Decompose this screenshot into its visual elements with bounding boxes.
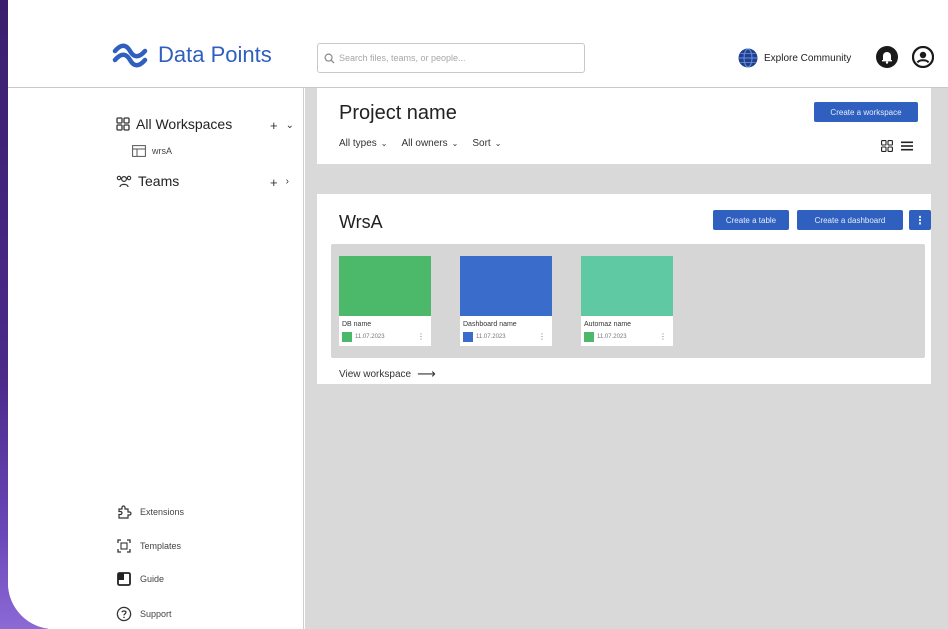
workspace-cards: DB name 11.07.2023 ⋮ Dashboard name 11.0…: [331, 244, 925, 358]
app-window: Data Points Search files, teams, or peop…: [8, 0, 948, 629]
card-more-icon[interactable]: ⋮: [417, 332, 425, 341]
search-icon: [324, 53, 335, 64]
explore-community-label: Explore Community: [764, 52, 852, 64]
sidebar-link-label: Support: [140, 609, 172, 619]
card-thumbnail: [581, 256, 673, 316]
puzzle-icon: [118, 505, 132, 519]
table-icon: [132, 145, 146, 157]
help-icon: [116, 606, 132, 622]
chevron-down-icon: ⌄: [494, 139, 502, 148]
card-meta: 11.07.2023: [463, 332, 506, 342]
search-placeholder: Search files, teams, or people...: [339, 53, 466, 63]
app-logo[interactable]: Data Points: [112, 42, 272, 68]
card-db[interactable]: DB name 11.07.2023 ⋮: [339, 256, 431, 346]
filter-label: All types: [339, 138, 377, 149]
sidebar-link-templates[interactable]: Templates: [116, 538, 181, 554]
chevron-down-icon: ⌄: [380, 139, 388, 148]
sidebar-link-label: Templates: [140, 541, 182, 551]
card-more-icon[interactable]: ⋮: [538, 332, 546, 341]
filter-types-dropdown[interactable]: All types ⌄: [339, 138, 388, 149]
teams-actions: + ›: [270, 175, 289, 190]
card-meta: 11.07.2023: [584, 332, 627, 342]
grid-view-icon[interactable]: [881, 140, 893, 152]
main-content: Project name Create a workspace All type…: [305, 88, 948, 629]
top-bar: Data Points Search files, teams, or peop…: [8, 0, 948, 88]
create-dashboard-button[interactable]: Create a dashboard: [797, 210, 903, 230]
explore-community-link[interactable]: Explore Community: [738, 48, 851, 68]
card-thumbnail: [460, 256, 552, 316]
filter-bar: All types ⌄ All owners ⌄ Sort ⌄: [339, 138, 501, 149]
chevron-down-icon: ⌄: [451, 139, 459, 148]
user-avatar-icon[interactable]: [912, 46, 934, 68]
card-date: 11.07.2023: [597, 334, 627, 340]
sidebar: All Workspaces + ⌄ wrsA Teams + › Extens…: [8, 88, 304, 629]
app-name: Data Points: [158, 42, 272, 67]
table-icon: [342, 332, 352, 342]
dashboard-icon: [463, 332, 473, 342]
create-table-button[interactable]: Create a table: [713, 210, 789, 230]
filter-label: Sort: [472, 138, 491, 149]
sidebar-link-extensions[interactable]: Extensions: [116, 504, 184, 520]
card-name: Dashboard name: [463, 321, 517, 328]
card-more-icon[interactable]: ⋮: [659, 332, 667, 341]
teams-icon: [116, 175, 132, 188]
sidebar-link-label: Guide: [140, 574, 165, 584]
workspaces-actions: + ⌄: [270, 118, 294, 133]
view-toggle: [881, 140, 913, 152]
filter-owners-dropdown[interactable]: All owners ⌄: [402, 138, 459, 149]
sidebar-item-label: Teams: [138, 173, 180, 189]
create-workspace-button[interactable]: Create a workspace: [814, 102, 918, 122]
sidebar-item-all-workspaces[interactable]: All Workspaces: [116, 116, 232, 132]
page-title: Project name: [339, 102, 457, 124]
card-name: DB name: [342, 321, 372, 328]
arrow-right-icon: ⟶: [417, 366, 436, 381]
logo-icon: [112, 43, 148, 68]
add-team-button[interactable]: +: [270, 175, 278, 190]
search-input[interactable]: Search files, teams, or people...: [317, 43, 585, 73]
notifications-bell-icon[interactable]: [876, 46, 898, 68]
sidebar-item-teams[interactable]: Teams: [116, 173, 179, 189]
list-view-icon[interactable]: [901, 140, 913, 152]
sidebar-item-wrsa[interactable]: wrsA: [132, 145, 172, 157]
view-workspace-link[interactable]: View workspace ⟶: [339, 366, 436, 382]
card-date: 11.07.2023: [476, 334, 506, 340]
card-automation[interactable]: Automaz name 11.07.2023 ⋮: [581, 256, 673, 346]
sidebar-link-support[interactable]: Support: [116, 606, 172, 622]
project-header: Project name Create a workspace All type…: [317, 88, 931, 164]
workspace-section: WrsA Create a table Create a dashboard ⋮…: [317, 194, 931, 384]
filter-label: All owners: [401, 138, 448, 149]
sort-dropdown[interactable]: Sort ⌄: [472, 138, 501, 149]
card-meta: 11.07.2023: [342, 332, 385, 342]
workspaces-grid-icon: [116, 117, 130, 131]
card-date: 11.07.2023: [355, 334, 385, 340]
sidebar-link-guide[interactable]: Guide: [116, 571, 164, 587]
sidebar-item-label: All Workspaces: [136, 116, 233, 132]
card-thumbnail: [339, 256, 431, 316]
chevron-right-icon[interactable]: ›: [286, 175, 289, 190]
templates-icon: [117, 539, 131, 553]
view-workspace-label: View workspace: [339, 368, 412, 380]
card-dashboard[interactable]: Dashboard name 11.07.2023 ⋮: [460, 256, 552, 346]
chevron-down-icon[interactable]: ⌄: [286, 118, 294, 133]
sidebar-link-label: Extensions: [140, 507, 185, 517]
globe-icon: [738, 48, 758, 68]
automation-icon: [584, 332, 594, 342]
guide-icon: [117, 572, 131, 586]
add-workspace-button[interactable]: +: [270, 118, 278, 133]
workspace-more-button[interactable]: ⋮: [909, 210, 931, 230]
workspace-title: WrsA: [339, 212, 383, 232]
card-name: Automaz name: [584, 321, 632, 328]
sidebar-item-label: wrsA: [152, 146, 172, 156]
